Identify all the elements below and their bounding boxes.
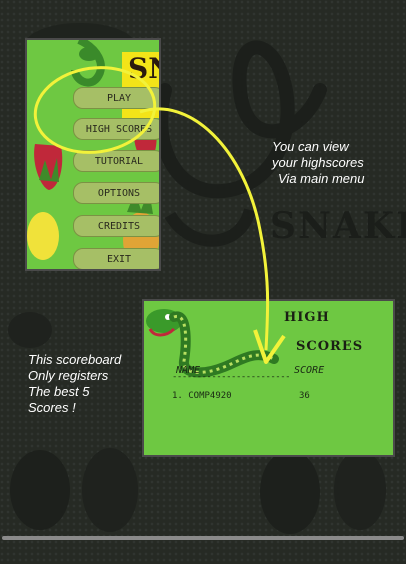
snake-head-icon bbox=[71, 40, 105, 87]
caption-right-line: your highscores bbox=[272, 155, 364, 170]
bg-fruit-icon bbox=[10, 450, 70, 530]
caption-left-line: This scoreboard bbox=[28, 352, 122, 367]
highscores-title-line2: SCORES bbox=[296, 339, 364, 354]
score-row-name: 1. COMP4920 bbox=[172, 391, 232, 401]
snake-body-icon bbox=[169, 311, 279, 378]
lemon-icon bbox=[27, 212, 59, 260]
watermark: SNAKE bbox=[270, 205, 406, 247]
header-separator: ------------------------ bbox=[172, 372, 291, 382]
menu-button-play[interactable]: PLAY bbox=[73, 87, 159, 109]
column-header-score: SCORE bbox=[294, 365, 325, 376]
caption-right: You can view your highscores Via main me… bbox=[272, 139, 364, 187]
highscores-panel: HIGH SCORES NAME SCORE -----------------… bbox=[142, 299, 395, 457]
caption-left-line: Only registers bbox=[28, 368, 109, 383]
score-row-score: 36 bbox=[299, 391, 310, 401]
caption-left: This scoreboard Only registers The best … bbox=[28, 352, 121, 416]
menu-button-exit[interactable]: EXIT bbox=[73, 248, 159, 269]
caption-left-line: Scores ! bbox=[28, 400, 76, 415]
menu-button-high-scores[interactable]: HIGH SCORES bbox=[73, 118, 159, 140]
caption-right-line: Via main menu bbox=[278, 171, 365, 186]
caption-right-line: You can view bbox=[272, 139, 349, 154]
bottom-divider bbox=[2, 536, 404, 540]
menu-button-options[interactable]: OPTIONS bbox=[73, 182, 159, 204]
highscores-title-line1: HIGH bbox=[284, 310, 330, 325]
menu-button-credits[interactable]: CREDITS bbox=[73, 215, 159, 237]
caption-left-line: The best 5 bbox=[28, 384, 90, 399]
main-menu-panel: SNA PLAY HIGH SCORES TUTORIAL OPTIONS CR… bbox=[25, 38, 161, 271]
menu-button-tutorial[interactable]: TUTORIAL bbox=[73, 150, 159, 172]
